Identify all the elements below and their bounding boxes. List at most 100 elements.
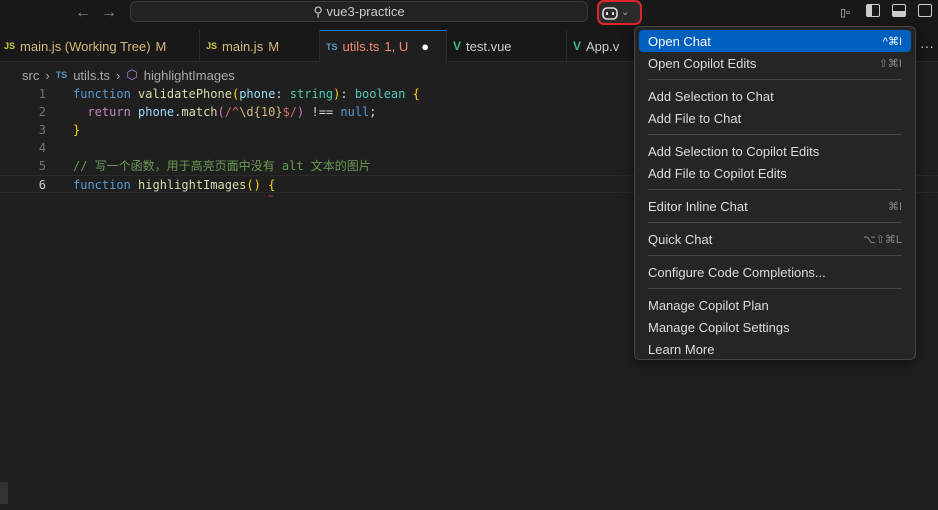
tab-main-js-working-tree-[interactable]: JS main.js (Working Tree) M [0, 30, 200, 62]
copilot-icon [602, 6, 618, 20]
menu-item-label: Quick Chat [648, 231, 713, 247]
copilot-menu-button[interactable]: ⌄ [597, 0, 642, 25]
menu-item-label: Learn More [648, 341, 715, 357]
menu-item-label: Add Selection to Chat [648, 88, 774, 104]
code-token: \d{10} [239, 105, 283, 119]
tab-label: utils.ts [342, 39, 380, 54]
code-token: string [289, 87, 334, 101]
menu-item-shortcut: ^⌘I [882, 35, 902, 48]
line-content: // 写一个函数，用于高亮页面中没有 alt 文本的图片 [73, 157, 371, 175]
menu-separator [648, 189, 902, 190]
code-token: null [340, 105, 370, 119]
code-token: function [73, 178, 139, 192]
menu-item-label: Open Chat [648, 33, 711, 49]
js-file-icon: JS [206, 41, 218, 51]
menu-item-label: Editor Inline Chat [648, 198, 748, 214]
tab-label: main.js [222, 38, 264, 54]
menu-item-quick-chat[interactable]: Quick Chat ⌥⇧⌘L [639, 228, 911, 250]
menu-separator [648, 288, 902, 289]
code-token: ( [217, 105, 225, 119]
vue-file-icon: V [453, 39, 462, 53]
menu-separator [648, 134, 902, 135]
menu-item-configure-code-completions[interactable]: Configure Code Completions... [639, 261, 911, 283]
code-token: $/ [282, 105, 298, 119]
search-icon: ⚲ [313, 4, 327, 19]
menu-item-label: Configure Code Completions... [648, 264, 826, 280]
menu-item-add-file-to-chat[interactable]: Add File to Chat [639, 107, 911, 129]
menu-item-add-file-to-copilot-edits[interactable]: Add File to Copilot Edits [639, 162, 911, 184]
menu-item-add-selection-to-copilot-edits[interactable]: Add Selection to Copilot Edits [639, 140, 911, 162]
command-center-search[interactable]: ⚲ vue3-practice [130, 1, 588, 22]
code-token: highlightImages [138, 178, 247, 192]
breadcrumb: src › TS utils.ts › ⬡ highlightImages [22, 67, 235, 83]
menu-item-add-selection-to-chat[interactable]: Add Selection to Chat [639, 85, 911, 107]
menu-item-label: Manage Copilot Settings [648, 319, 790, 335]
breadcrumb-symbol[interactable]: highlightImages [144, 68, 235, 83]
menu-item-open-copilot-edits[interactable]: Open Copilot Edits ⇧⌘I [639, 52, 911, 74]
code-token: return [87, 105, 139, 119]
line-number: 3 [38, 123, 46, 137]
tab-label: main.js (Working Tree) [20, 38, 151, 54]
more-actions-button[interactable]: ··· [920, 38, 934, 54]
menu-separator [648, 79, 902, 80]
code-token: phone [239, 87, 276, 101]
js-file-icon: JS [4, 41, 16, 51]
menu-separator [648, 255, 902, 256]
line-number: 1 [38, 87, 46, 101]
toggle-primary-sidebar-icon[interactable] [866, 4, 880, 17]
tab-utils-ts[interactable]: TS utils.ts 1, U ● [320, 30, 447, 62]
scrollbar[interactable] [0, 482, 8, 504]
menu-item-label: Add File to Chat [648, 110, 742, 126]
line-content: function validatePhone(phone: string): b… [73, 85, 420, 103]
code-token: : [275, 87, 290, 101]
back-button[interactable]: ← [75, 4, 91, 22]
menu-item-manage-copilot-plan[interactable]: Manage Copilot Plan [639, 294, 911, 316]
menu-item-shortcut: ⇧⌘I [878, 57, 902, 70]
code-token: !== [304, 105, 341, 119]
line-number: 4 [38, 141, 46, 155]
copilot-dropdown-menu: Open Chat ^⌘I Open Copilot Edits ⇧⌘I Add Sel… [634, 26, 916, 360]
menu-item-label: Add File to Copilot Edits [648, 165, 787, 181]
code-token: /^ [224, 105, 240, 119]
vue-file-icon: V [573, 39, 582, 53]
tab-main-js[interactable]: JS main.js M [200, 30, 320, 62]
code-token: ; [369, 105, 377, 119]
code-token: } [73, 123, 81, 137]
menu-item-label: Open Copilot Edits [648, 55, 757, 71]
code-token: () [246, 178, 261, 192]
menu-item-open-chat[interactable]: Open Chat ^⌘I [639, 30, 911, 52]
code-token: phone [138, 105, 175, 119]
tab-test-vue[interactable]: Vtest.vue [447, 30, 567, 62]
code-token: match [181, 105, 218, 119]
tab-status: M [155, 38, 167, 54]
code-token: : [340, 87, 355, 101]
line-number: 2 [38, 105, 46, 119]
unsaved-dot-icon[interactable]: ● [421, 39, 429, 54]
toggle-panel-icon[interactable] [892, 4, 906, 17]
menu-item-editor-inline-chat[interactable]: Editor Inline Chat ⌘I [639, 195, 911, 217]
menu-item-label: Add Selection to Copilot Edits [648, 143, 820, 159]
menu-item-shortcut: ⌘I [887, 200, 902, 213]
line-content: function highlightImages() {~ [73, 176, 275, 202]
workspace-name: vue3-practice [326, 4, 405, 19]
code-token: // 写一个函数，用于高亮页面中没有 alt 文本的图片 [73, 159, 371, 173]
toggle-secondary-sidebar-icon[interactable] [918, 4, 932, 17]
line-content: } [73, 121, 80, 139]
menu-item-learn-more[interactable]: Learn More [639, 338, 911, 360]
code-token: boolean [354, 87, 406, 101]
breadcrumb-folder[interactable]: src [22, 68, 39, 83]
tab-status: M [268, 38, 280, 54]
customize-layout-icon[interactable]: ▯▫ [840, 4, 854, 19]
tab-label: App.v [586, 38, 620, 54]
line-number: 5 [38, 159, 46, 173]
tab-status: 1, U [384, 39, 409, 54]
tab-label: test.vue [466, 38, 512, 54]
forward-button[interactable]: → [101, 4, 117, 22]
menu-item-label: Manage Copilot Plan [648, 297, 769, 313]
menu-item-manage-copilot-settings[interactable]: Manage Copilot Settings [639, 316, 911, 338]
breadcrumb-file[interactable]: utils.ts [73, 68, 110, 83]
error-squiggle: ~ [268, 192, 274, 202]
